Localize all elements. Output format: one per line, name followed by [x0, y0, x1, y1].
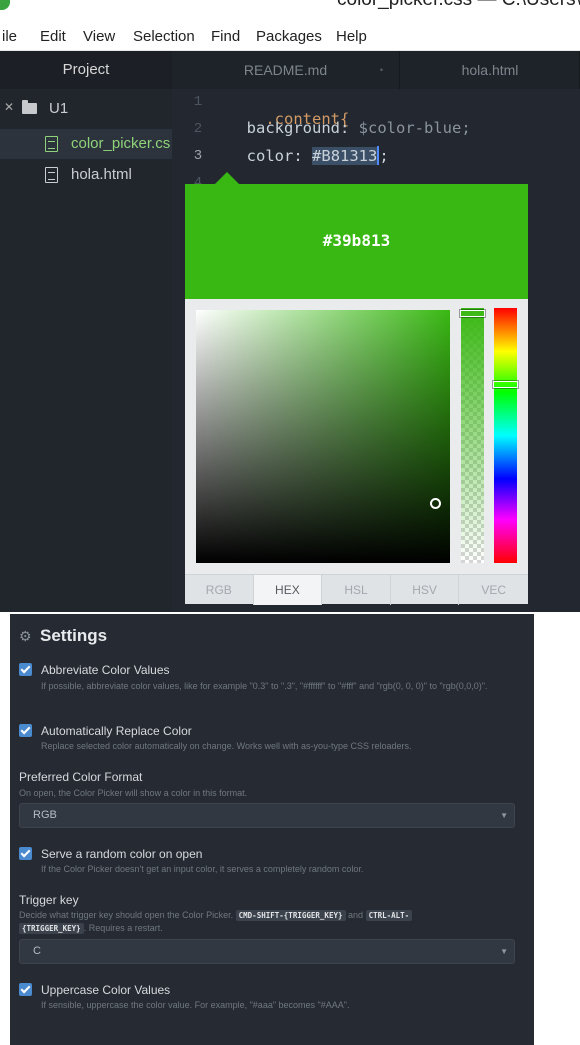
line-number: 3	[193, 148, 203, 164]
menu-packages[interactable]: Packages	[256, 28, 322, 45]
alpha-handle[interactable]	[460, 310, 485, 317]
selected-color-value[interactable]: #B81313	[312, 147, 378, 165]
menu-find[interactable]: Find	[211, 28, 240, 45]
abbreviate-label: Abbreviate Color Values	[41, 663, 170, 677]
file-icon	[45, 167, 58, 183]
css-property: color:	[246, 147, 303, 165]
tab-modified-icon: •	[379, 65, 383, 75]
preferred-format-value: RGB	[33, 809, 57, 821]
css-property: background:	[246, 119, 350, 137]
tree-file-color-picker[interactable]: color_picker.cs	[0, 129, 172, 159]
menu-selection[interactable]: Selection	[133, 28, 195, 45]
menu-edit[interactable]: Edit	[40, 28, 66, 45]
trigger-key-label: Trigger key	[19, 893, 79, 907]
uppercase-label: Uppercase Color Values	[41, 983, 171, 997]
line-number: 2	[193, 121, 203, 137]
trigger-desc-and: and	[348, 910, 364, 920]
format-tab-rgb[interactable]: RGB	[185, 575, 254, 605]
settings-panel: ⚙ Settings Abbreviate Color Values If po…	[10, 614, 534, 1045]
trigger-desc-end: . Requires a restart.	[83, 923, 163, 933]
chevron-down-icon: ▼	[500, 947, 508, 956]
app-icon	[0, 0, 10, 10]
format-tab-hsl[interactable]: HSL	[322, 575, 391, 605]
gear-icon: ⚙	[19, 628, 32, 644]
saturation-handle[interactable]	[430, 498, 441, 509]
preview-hex-text: #39b813	[322, 231, 391, 250]
file-label: hola.html	[71, 166, 132, 183]
random-color-label: Serve a random color on open	[41, 847, 203, 861]
trigger-shortcut-mac: CMD-SHIFT-{TRIGGER_KEY}	[235, 910, 346, 921]
color-picker: #39b813 RGB HEX HSL HSV VEC	[185, 184, 528, 605]
trigger-shortcut-win: CTRL-ALT-	[365, 910, 413, 921]
tab-label: hola.html	[461, 62, 519, 78]
format-tab-vec[interactable]: VEC	[459, 575, 528, 605]
tab-bar: README.md • hola.html	[172, 51, 580, 89]
menu-view[interactable]: View	[83, 28, 115, 45]
tree-folder-u1[interactable]: ✕ U1	[0, 94, 172, 124]
hex-value: B81313	[321, 147, 378, 165]
folder-label: U1	[49, 100, 69, 117]
preferred-format-label: Preferred Color Format	[19, 770, 143, 784]
hue-handle[interactable]	[493, 381, 518, 388]
format-tabs: RGB HEX HSL HSV VEC	[185, 574, 528, 605]
title-bar: color_picker.css — C:\Users\d	[0, 0, 580, 24]
hash-sign: #	[312, 147, 322, 165]
color-preview[interactable]: #39b813	[185, 184, 528, 299]
abbreviate-checkbox[interactable]	[19, 663, 32, 676]
random-color-checkbox[interactable]	[19, 847, 32, 860]
window-title: color_picker.css — C:\Users\d	[337, 0, 580, 11]
saturation-area[interactable]	[196, 310, 450, 563]
random-color-desc: If the Color Picker doesn't get an input…	[41, 864, 364, 874]
file-icon	[45, 136, 58, 152]
tab-hola[interactable]: hola.html	[401, 51, 580, 89]
file-label: color_picker.cs	[71, 135, 171, 152]
editor-window: color_picker.css — C:\Users\d ile Edit V…	[0, 0, 580, 612]
menu-file[interactable]: ile	[2, 28, 17, 45]
trigger-key-desc: Decide what trigger key should open the …	[19, 909, 514, 935]
semicolon: ;	[379, 147, 389, 165]
format-tab-hsv[interactable]: HSV	[391, 575, 460, 605]
tab-readme[interactable]: README.md •	[172, 51, 400, 89]
settings-title: Settings	[40, 626, 108, 645]
chevron-down-icon: ✕	[4, 100, 15, 114]
auto-replace-desc: Replace selected color automatically on …	[41, 741, 412, 751]
hue-slider[interactable]	[493, 308, 518, 563]
alpha-slider[interactable]	[460, 308, 485, 563]
menu-help[interactable]: Help	[336, 28, 367, 45]
project-tree: Project ✕ U1 color_picker.cs hola.html	[0, 51, 172, 612]
tree-file-hola[interactable]: hola.html	[0, 160, 172, 190]
preferred-format-select[interactable]: RGB ▼	[19, 803, 515, 828]
menu-bar: ile Edit View Selection Find Packages He…	[0, 24, 580, 51]
tree-header: Project	[0, 51, 172, 89]
uppercase-desc: If sensible, uppercase the color value. …	[41, 1000, 350, 1010]
line-number: 1	[193, 94, 203, 110]
abbreviate-desc: If possible, abbreviate color values, li…	[41, 681, 488, 691]
auto-replace-checkbox[interactable]	[19, 724, 32, 737]
tab-label: README.md	[243, 62, 328, 78]
trigger-desc-start: Decide what trigger key should open the …	[19, 910, 234, 920]
auto-replace-label: Automatically Replace Color	[41, 724, 192, 738]
format-tab-hex[interactable]: HEX	[253, 575, 323, 605]
uppercase-checkbox[interactable]	[19, 983, 32, 996]
preferred-format-desc: On open, the Color Picker will show a co…	[19, 788, 248, 798]
code-line-2[interactable]: background: $color-blue;	[228, 119, 471, 137]
css-value: $color-blue;	[358, 119, 471, 137]
folder-icon	[22, 100, 37, 114]
trigger-key-value: C	[33, 945, 41, 957]
trigger-key-select[interactable]: C ▼	[19, 939, 515, 964]
trigger-shortcut-key: {TRIGGER_KEY}	[19, 923, 84, 934]
chevron-down-icon: ▼	[500, 811, 508, 820]
code-line-3[interactable]: color: #B81313;	[228, 146, 389, 165]
